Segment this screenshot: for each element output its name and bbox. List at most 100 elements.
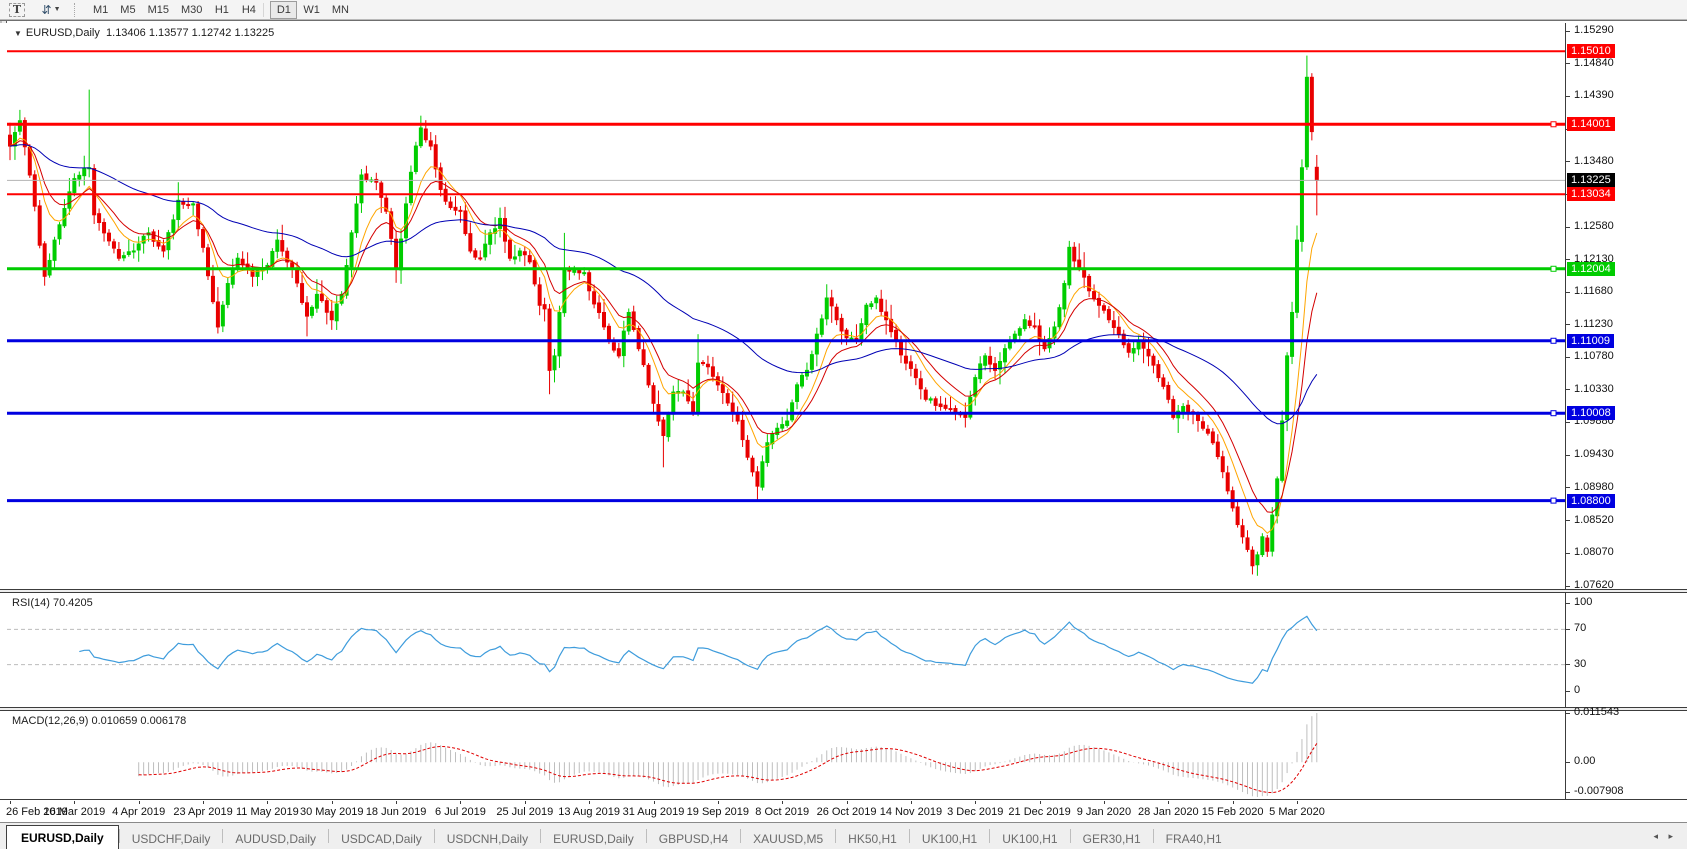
chart-tab-gbpusd-h4[interactable]: GBPUSD,H4 xyxy=(647,828,740,849)
timeframe-button-h4[interactable]: H4 xyxy=(235,1,262,19)
timeframe-button-m15[interactable]: M15 xyxy=(142,1,175,19)
arrange-charts-button[interactable]: ⇵ ▼ xyxy=(36,1,66,19)
chart-window: ▼EURUSD,Daily 1.13406 1.13577 1.12742 1.… xyxy=(0,20,1687,822)
price-tick-mark xyxy=(1566,227,1570,228)
price-tick-mark xyxy=(1566,357,1570,358)
timeframe-button-d1[interactable]: D1 xyxy=(270,1,297,19)
timeframe-button-m30[interactable]: M30 xyxy=(175,1,208,19)
date-tick-mark xyxy=(203,801,204,804)
price-tick-label: 1.10330 xyxy=(1574,383,1614,395)
hline-handle-1.10008[interactable] xyxy=(1551,411,1556,416)
price-tick-label: 1.08980 xyxy=(1574,481,1614,493)
chart-tab-xauusd-m5[interactable]: XAUUSD,M5 xyxy=(741,828,835,849)
timeframe-button-w1[interactable]: W1 xyxy=(297,1,326,19)
price-tick-label: 1.08070 xyxy=(1574,546,1614,558)
price-label-1.14001: 1.14001 xyxy=(1567,117,1615,131)
macd-tick-mark xyxy=(1566,792,1570,793)
chart-tab-usdcad-daily[interactable]: USDCAD,Daily xyxy=(329,828,434,849)
rsi-panel[interactable] xyxy=(0,593,1687,707)
macd-tick-mark xyxy=(1566,762,1570,763)
chart-tab-usdcnh-daily[interactable]: USDCNH,Daily xyxy=(435,828,540,849)
macd-plot xyxy=(7,711,1565,799)
swap-arrows-icon: ⇵ xyxy=(42,4,52,16)
chart-tab-eurusd-daily[interactable]: EURUSD,Daily xyxy=(541,828,646,849)
date-tick-mark xyxy=(847,801,848,804)
date-label: 23 Apr 2019 xyxy=(173,806,232,818)
hline-handle-1.08800[interactable] xyxy=(1551,498,1556,503)
chart-tab-eurusd-daily[interactable]: EURUSD,Daily xyxy=(6,825,119,849)
hline-handle-1.11009[interactable] xyxy=(1551,338,1556,343)
date-label: 21 Dec 2019 xyxy=(1008,806,1070,818)
price-tick-mark xyxy=(1566,422,1570,423)
price-tick-label: 1.12580 xyxy=(1574,220,1614,232)
date-tick-mark xyxy=(911,801,912,804)
hline-handle-1.14001[interactable] xyxy=(1551,122,1556,127)
macd-panel[interactable] xyxy=(0,711,1687,799)
date-tick-mark xyxy=(1297,801,1298,804)
price-axis[interactable]: 1.152901.148401.143901.139301.134801.130… xyxy=(1565,23,1687,589)
timeframe-button-m1[interactable]: M1 xyxy=(87,1,114,19)
price-tick-label: 1.13480 xyxy=(1574,155,1614,167)
date-axis[interactable]: 26 Feb 201916 Mar 20194 Apr 201923 Apr 2… xyxy=(0,801,1687,823)
timeframe-button-m5[interactable]: M5 xyxy=(114,1,141,19)
date-tick-mark xyxy=(525,801,526,804)
timeframe-group: M1M5M15M30H1H4 D1W1MN xyxy=(87,0,355,20)
price-label-1.12004: 1.12004 xyxy=(1567,262,1615,276)
date-tick-mark xyxy=(139,801,140,804)
date-label: 15 Feb 2020 xyxy=(1202,806,1264,818)
price-panel[interactable] xyxy=(0,23,1687,589)
rsi-tick-mark xyxy=(1566,629,1570,630)
ma-line-55[interactable] xyxy=(10,145,1317,424)
price-plot[interactable] xyxy=(7,23,1565,589)
date-tick-mark xyxy=(74,801,75,804)
macd-axis: 0.0115430.00-0.007908 xyxy=(1565,711,1687,799)
hline-handle-1.12004[interactable] xyxy=(1551,266,1556,271)
chart-tab-uk100-h1[interactable]: UK100,H1 xyxy=(990,828,1069,849)
rsi-name: RSI(14) xyxy=(12,597,50,609)
date-label: 4 Apr 2019 xyxy=(112,806,165,818)
date-label: 14 Nov 2019 xyxy=(880,806,942,818)
macd-tick-label: -0.007908 xyxy=(1574,785,1624,797)
date-tick-mark xyxy=(718,801,719,804)
timeframe-button-h1[interactable]: H1 xyxy=(208,1,235,19)
chart-tab-ger30-h1[interactable]: GER30,H1 xyxy=(1071,828,1153,849)
collapse-caret-icon[interactable]: ▼ xyxy=(14,29,22,38)
date-label: 8 Oct 2019 xyxy=(755,806,809,818)
price-tick-label: 1.08520 xyxy=(1574,514,1614,526)
rsi-line xyxy=(79,616,1317,683)
macd-values: 0.010659 0.006178 xyxy=(91,715,186,727)
ma-line-8[interactable] xyxy=(10,138,1317,533)
timeframe-button-mn[interactable]: MN xyxy=(326,1,355,19)
chart-tab-hk50-h1[interactable]: HK50,H1 xyxy=(836,828,909,849)
date-label: 25 Jul 2019 xyxy=(496,806,553,818)
date-label: 28 Jan 2020 xyxy=(1138,806,1199,818)
rsi-tick-label: 100 xyxy=(1574,596,1592,608)
price-tick-label: 1.07620 xyxy=(1574,579,1614,591)
date-tick-mark xyxy=(782,801,783,804)
chart-tab-fra40-h1[interactable]: FRA40,H1 xyxy=(1154,828,1234,849)
date-label: 18 Jun 2019 xyxy=(366,806,427,818)
chart-tab-uk100-h1[interactable]: UK100,H1 xyxy=(910,828,989,849)
price-tick-mark xyxy=(1566,292,1570,293)
price-tick-mark xyxy=(1566,520,1570,521)
price-tick-mark xyxy=(1566,553,1570,554)
tab-scroll-arrows[interactable]: ◂ ▸ xyxy=(1653,831,1677,842)
chart-tab-audusd-daily[interactable]: AUDUSD,Daily xyxy=(223,828,328,849)
chart-tab-usdchf-daily[interactable]: USDCHF,Daily xyxy=(120,828,223,849)
chart-title: ▼EURUSD,Daily 1.13406 1.13577 1.12742 1.… xyxy=(14,27,274,39)
macd-label: MACD(12,26,9) 0.010659 0.006178 xyxy=(12,715,186,727)
text-tool-button[interactable]: T xyxy=(6,1,28,19)
date-tick-mark xyxy=(460,801,461,804)
price-tick-mark xyxy=(1566,31,1570,32)
date-tick-mark xyxy=(589,801,590,804)
current-price-label: 1.13225 xyxy=(1567,173,1615,187)
price-tick-mark xyxy=(1566,324,1570,325)
rsi-tick-label: 0 xyxy=(1574,684,1580,696)
macd-tick-label: 0.00 xyxy=(1574,755,1595,767)
price-label-1.08800: 1.08800 xyxy=(1567,494,1615,508)
rsi-tick-mark xyxy=(1566,691,1570,692)
date-label: 5 Mar 2020 xyxy=(1269,806,1325,818)
date-tick-mark xyxy=(1168,801,1169,804)
toolbar-separator xyxy=(263,3,269,17)
rsi-axis: 10070300 xyxy=(1565,593,1687,707)
